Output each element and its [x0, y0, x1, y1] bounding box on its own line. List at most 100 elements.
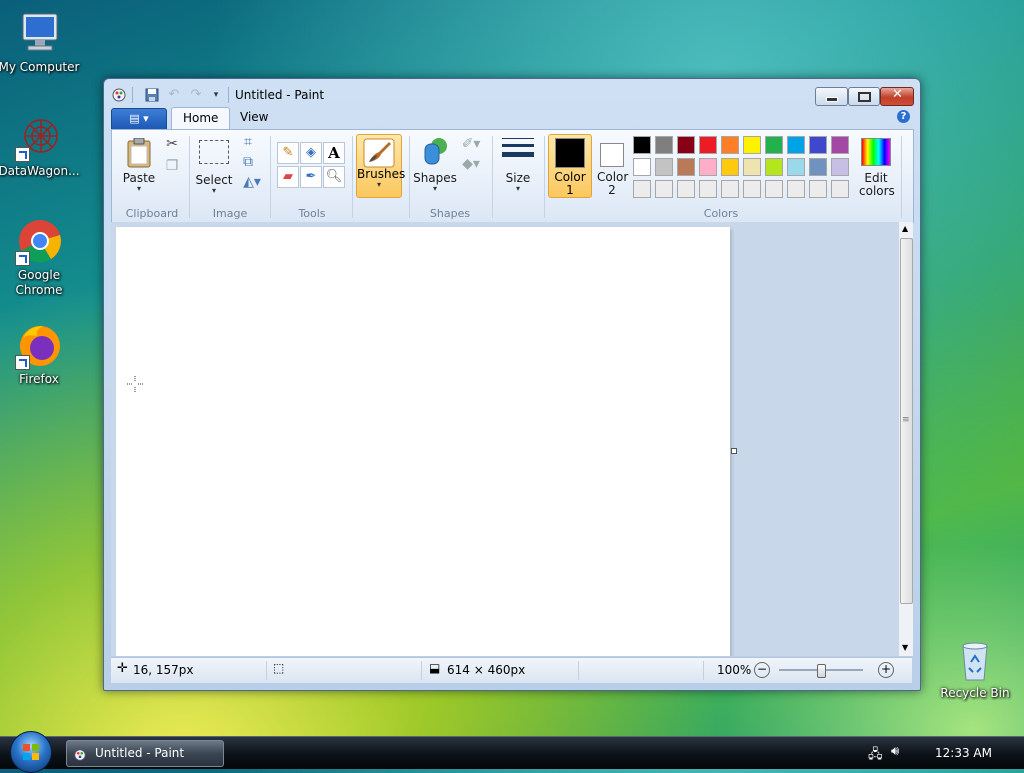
canvas-resize-handle[interactable]: [731, 448, 737, 454]
fill-icon[interactable]: ◈: [300, 142, 322, 164]
color-swatch[interactable]: [765, 136, 783, 154]
text-icon[interactable]: A: [323, 142, 345, 164]
desktop-icon-google-chrome[interactable]: Google Chrome: [0, 218, 82, 298]
zoom-out-button[interactable]: −: [754, 662, 770, 678]
crosshair-cursor-icon: [127, 376, 143, 392]
color-swatch[interactable]: [721, 136, 739, 154]
help-button[interactable]: ?: [897, 110, 910, 123]
color-swatch[interactable]: [809, 180, 827, 198]
color-swatch[interactable]: [831, 136, 849, 154]
clock[interactable]: 12:33 AM: [935, 746, 992, 760]
color-swatch[interactable]: [677, 136, 695, 154]
color-swatch[interactable]: [809, 136, 827, 154]
desktop-icon-firefox[interactable]: Firefox: [0, 322, 82, 387]
zoom-in-button[interactable]: +: [878, 662, 894, 678]
close-button[interactable]: ✕: [880, 87, 914, 106]
tab-label: View: [240, 110, 269, 124]
eraser-icon[interactable]: ▰: [277, 166, 299, 188]
brushes-button[interactable]: Brushes ▾: [356, 134, 405, 198]
redo-icon[interactable]: ↷: [188, 87, 204, 103]
taskbar-item-paint[interactable]: Untitled - Paint: [66, 740, 224, 767]
color-swatch[interactable]: [699, 180, 717, 198]
title-bar[interactable]: ↶ ↷ ▾ Untitled - Paint ✕: [104, 79, 920, 109]
color-swatch[interactable]: [743, 158, 761, 176]
desktop-icon-recycle-bin[interactable]: Recycle Bin: [932, 636, 1018, 701]
crop-icon[interactable]: ⌗: [238, 132, 258, 152]
desktop-icon-label: Recycle Bin: [940, 686, 1010, 700]
edit-colors-button[interactable]: Edit colors: [854, 134, 898, 198]
select-button[interactable]: Select ▾: [194, 134, 234, 195]
canvas-scroll-area[interactable]: [111, 222, 898, 656]
color-swatch[interactable]: [787, 158, 805, 176]
volume-icon[interactable]: 🔊︎: [891, 744, 899, 759]
group-label-image: Image: [212, 207, 248, 220]
color1-button[interactable]: Color 1: [548, 134, 592, 198]
minimize-button[interactable]: [815, 87, 848, 106]
color-swatch[interactable]: [721, 158, 739, 176]
drawing-canvas[interactable]: [116, 227, 730, 656]
color-swatch[interactable]: [633, 180, 651, 198]
desktop-icon-my-computer[interactable]: My Computer: [0, 10, 82, 75]
ribbon-home: Paste ▾ ✂ ❐ Clipboard Select ▾ ⌗ ⧉ ◭▾ Im…: [111, 129, 914, 223]
pencil-icon[interactable]: ✎: [277, 142, 299, 164]
color-swatch[interactable]: [831, 158, 849, 176]
vertical-scrollbar[interactable]: ▲ ≡ ▼: [898, 222, 913, 656]
color2-button[interactable]: Color 2: [592, 134, 632, 197]
color-swatch[interactable]: [787, 180, 805, 198]
network-icon[interactable]: 🖧: [868, 745, 883, 767]
scroll-down-icon[interactable]: ▼: [902, 643, 908, 652]
color-swatch[interactable]: [699, 158, 717, 176]
color-swatch[interactable]: [743, 136, 761, 154]
desktop-icon-datawagon[interactable]: DataWagon...: [0, 114, 82, 179]
group-label-clipboard: Clipboard: [125, 207, 179, 220]
tab-home[interactable]: Home: [171, 107, 231, 129]
color-swatch[interactable]: [655, 158, 673, 176]
color-swatch[interactable]: [633, 158, 651, 176]
outline-icon[interactable]: ✐▾: [458, 134, 484, 154]
color-swatch[interactable]: [699, 136, 717, 154]
size-button[interactable]: Size ▾: [498, 134, 538, 193]
desktop-icon-label: Google Chrome: [15, 268, 63, 297]
scrollbar-thumb[interactable]: ≡: [900, 238, 913, 604]
color-swatch[interactable]: [765, 180, 783, 198]
color-swatch[interactable]: [655, 136, 673, 154]
save-icon[interactable]: [144, 87, 160, 103]
help-icon: ?: [900, 111, 907, 122]
shape-fill-icon[interactable]: ◆▾: [458, 154, 484, 174]
color-swatch[interactable]: [765, 158, 783, 176]
chevron-down-icon: ▾: [136, 184, 141, 193]
color-swatch[interactable]: [633, 136, 651, 154]
paint-app-icon[interactable]: [111, 87, 127, 103]
color-swatch[interactable]: [677, 158, 695, 176]
file-menu-button[interactable]: ▤ ▾: [111, 108, 167, 130]
color-swatch[interactable]: [721, 180, 739, 198]
ribbon-tabs: ▤ ▾ Home View ?: [111, 107, 912, 130]
rotate-icon[interactable]: ◭▾: [240, 172, 264, 192]
window-title: Untitled - Paint: [235, 88, 325, 102]
color-swatch[interactable]: [677, 180, 695, 198]
resize-icon[interactable]: ⧉: [238, 152, 258, 172]
color-swatch[interactable]: [809, 158, 827, 176]
zoom-slider[interactable]: [779, 664, 863, 678]
color-swatch[interactable]: [831, 180, 849, 198]
start-button[interactable]: [10, 731, 52, 773]
paste-button[interactable]: Paste ▾: [118, 134, 160, 193]
maximize-button[interactable]: [848, 87, 880, 106]
scroll-up-icon[interactable]: ▲: [902, 224, 908, 233]
color-swatch[interactable]: [743, 180, 761, 198]
cut-icon[interactable]: ✂: [162, 134, 182, 154]
recycle-bin-icon: [951, 636, 999, 684]
color-swatch[interactable]: [787, 136, 805, 154]
qat-customize-icon[interactable]: ▾: [208, 87, 224, 103]
color-picker-icon[interactable]: ✒: [300, 166, 322, 188]
undo-icon[interactable]: ↶: [166, 87, 182, 103]
desktop-icon-label: DataWagon...: [0, 164, 80, 178]
tab-view[interactable]: View: [229, 107, 279, 128]
zoom-slider-thumb[interactable]: [817, 664, 826, 678]
magnifier-icon[interactable]: 🔍︎: [323, 166, 345, 188]
group-label-tools: Tools: [298, 207, 326, 220]
shapes-button[interactable]: Shapes ▾: [412, 134, 458, 193]
color-swatch[interactable]: [655, 180, 673, 198]
group-separator: [492, 136, 493, 218]
copy-icon[interactable]: ❐: [162, 156, 182, 176]
